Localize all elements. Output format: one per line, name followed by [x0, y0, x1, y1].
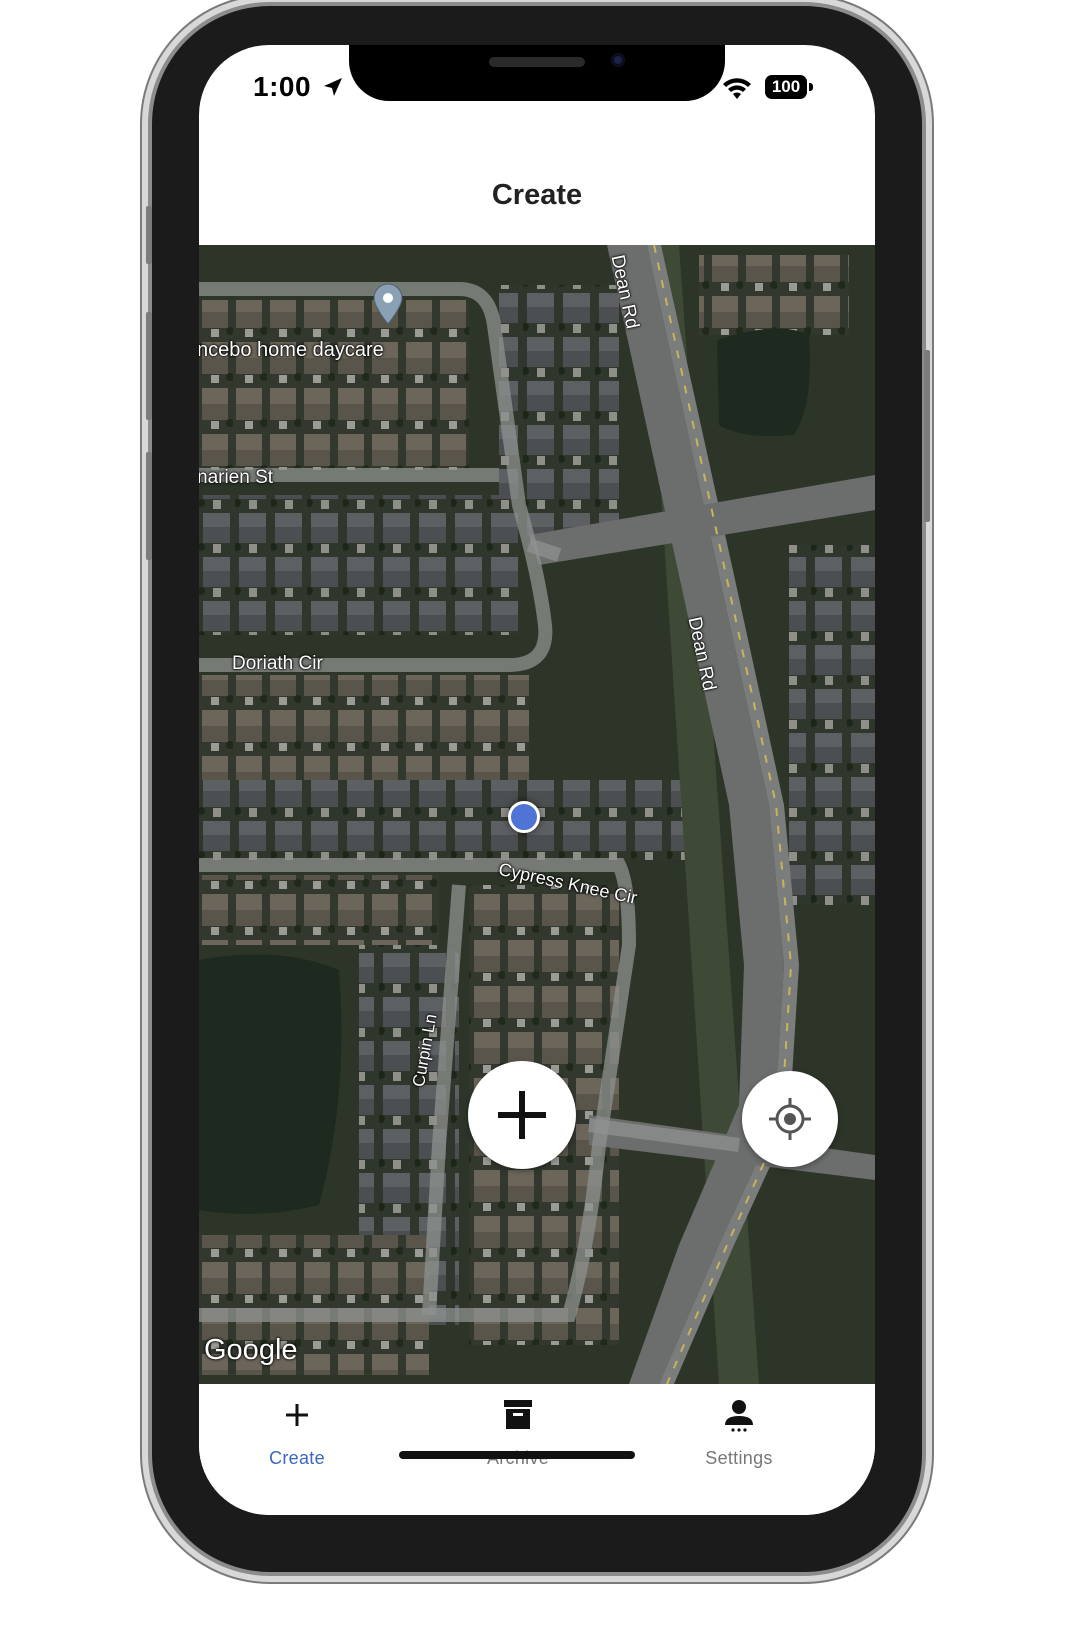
notch: [349, 45, 725, 101]
location-arrow-icon: [324, 78, 342, 96]
battery-tip: [809, 83, 813, 91]
side-button-volume-down: [146, 452, 152, 560]
front-camera: [611, 53, 625, 67]
satellite-map[interactable]: ncebo home daycare narien St Doriath Cir…: [199, 245, 875, 1384]
page-title: Create: [491, 179, 583, 211]
tab-create[interactable]: Create: [217, 1384, 377, 1484]
google-attribution: Google: [204, 1334, 298, 1366]
person-icon: [725, 1400, 753, 1432]
wifi-icon: [723, 78, 751, 99]
battery-icon: 100: [765, 75, 807, 99]
street-label: narien St: [199, 467, 274, 488]
tab-settings[interactable]: Settings: [659, 1384, 819, 1484]
plus-icon: [286, 1404, 308, 1426]
app-screen: 1:00 100 Create ncebo home daycare narie…: [199, 45, 875, 1515]
add-button[interactable]: [468, 1061, 576, 1169]
speaker: [489, 57, 585, 67]
tab-label: Create: [269, 1448, 325, 1468]
side-button-power: [924, 350, 930, 522]
plus-icon: [498, 1091, 546, 1139]
tab-archive[interactable]: Archive: [438, 1384, 598, 1484]
archive-icon: [504, 1400, 532, 1429]
home-indicator[interactable]: [399, 1451, 635, 1459]
my-location-button[interactable]: [742, 1071, 838, 1167]
street-label: Doriath Cir: [232, 653, 323, 674]
side-button-silent: [146, 206, 152, 264]
place-label[interactable]: ncebo home daycare: [199, 339, 384, 362]
status-time: 1:00: [253, 71, 312, 102]
bottom-tab-bar: Create Archive Settings: [199, 1384, 875, 1515]
my-location-icon: [769, 1098, 811, 1140]
current-location-dot: [508, 801, 540, 833]
side-button-volume-up: [146, 312, 152, 420]
app-header: Create: [199, 141, 875, 245]
tab-label: Settings: [705, 1448, 773, 1468]
place-pin-icon[interactable]: [372, 283, 404, 325]
